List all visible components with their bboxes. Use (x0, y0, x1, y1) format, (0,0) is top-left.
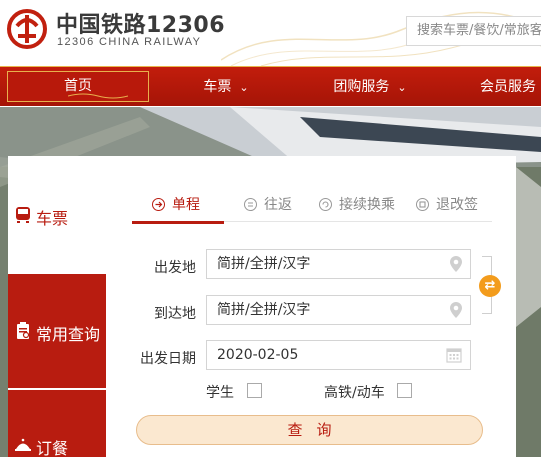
tab-refund-change[interactable]: 退改签 (416, 188, 478, 222)
booking-sidebar: 车票 常用查询 订餐 (8, 156, 106, 457)
sidebar-item-label: 常用查询 (36, 325, 101, 344)
from-placeholder: 简拼/全拼/汉字 (217, 256, 311, 272)
flourish-decoration (68, 93, 128, 99)
sidebar-item-label: 车票 (36, 209, 69, 228)
arrow-right-circle-icon (152, 198, 165, 211)
student-label: 学生 (206, 385, 234, 401)
tab-transfer[interactable]: 接续换乘 (319, 188, 395, 222)
tab-one-way[interactable]: 单程 (132, 188, 224, 224)
high-speed-checkbox[interactable] (397, 383, 412, 398)
nav-member-service[interactable]: 会员服务 (480, 67, 541, 107)
main-navbar: 首页 车票 ⌄ 团购服务 ⌄ 会员服务 (0, 66, 541, 106)
location-pin-icon (450, 256, 462, 272)
active-tab-indicator (132, 221, 224, 224)
date-label: 出发日期 (140, 351, 196, 367)
train-icon (16, 207, 30, 223)
chevron-down-icon: ⌄ (397, 81, 407, 94)
nav-member-label: 会员服务 (480, 79, 536, 95)
trip-type-tabs: 单程 往返 接续换乘 退改签 (132, 188, 492, 224)
date-value: 2020-02-05 (217, 347, 299, 363)
location-pin-icon (450, 302, 462, 318)
booking-panel: 车票 常用查询 订餐 单程 往返 接续换乘 退改签 出发地 简拼/全拼/汉字 到… (8, 156, 516, 457)
swap-stations-button[interactable]: ⇄ (479, 275, 501, 297)
departure-date-input[interactable]: 2020-02-05 (206, 340, 471, 370)
equals-circle-icon (244, 198, 257, 211)
sidebar-item-common-query[interactable]: 常用查询 (8, 274, 106, 388)
calendar-icon (446, 348, 462, 363)
refund-circle-icon (416, 198, 429, 211)
site-header: 中国铁路12306 12306 CHINA RAILWAY 搜索车票/餐饮/常旅… (0, 0, 541, 66)
to-placeholder: 简拼/全拼/汉字 (217, 302, 311, 318)
tab-label: 退改签 (436, 197, 478, 213)
nav-tickets-label: 车票 (203, 79, 232, 95)
nav-home[interactable]: 首页 (7, 71, 149, 102)
to-label: 到达地 (154, 306, 196, 322)
logo-title: 中国铁路12306 (56, 13, 226, 38)
chevron-down-icon: ⌄ (239, 81, 249, 94)
clipboard-icon (17, 322, 30, 339)
sidebar-item-tickets[interactable]: 车票 (8, 156, 106, 272)
nav-group-service[interactable]: 团购服务 ⌄ (330, 67, 410, 107)
railway-logo-icon[interactable] (6, 8, 48, 50)
sidebar-item-label: 订餐 (36, 439, 69, 457)
logo-subtitle: 12306 CHINA RAILWAY (57, 36, 202, 48)
sidebar-item-meal[interactable]: 订餐 (8, 390, 106, 457)
from-label: 出发地 (154, 260, 196, 276)
tab-label: 接续换乘 (339, 197, 395, 213)
high-speed-label: 高铁/动车 (324, 385, 385, 401)
tab-label: 往返 (264, 197, 292, 213)
query-button[interactable]: 查询 (136, 415, 483, 445)
nav-tickets[interactable]: 车票 ⌄ (196, 67, 256, 107)
tab-round-trip[interactable]: 往返 (244, 188, 292, 222)
from-station-input[interactable]: 简拼/全拼/汉字 (206, 249, 471, 279)
student-checkbox[interactable] (247, 383, 262, 398)
nav-group-label: 团购服务 (333, 79, 390, 95)
transfer-circle-icon (319, 198, 332, 211)
meal-icon (15, 438, 31, 451)
tab-label: 单程 (172, 197, 200, 213)
site-search-input[interactable]: 搜索车票/餐饮/常旅客 (406, 16, 541, 46)
to-station-input[interactable]: 简拼/全拼/汉字 (206, 295, 471, 325)
